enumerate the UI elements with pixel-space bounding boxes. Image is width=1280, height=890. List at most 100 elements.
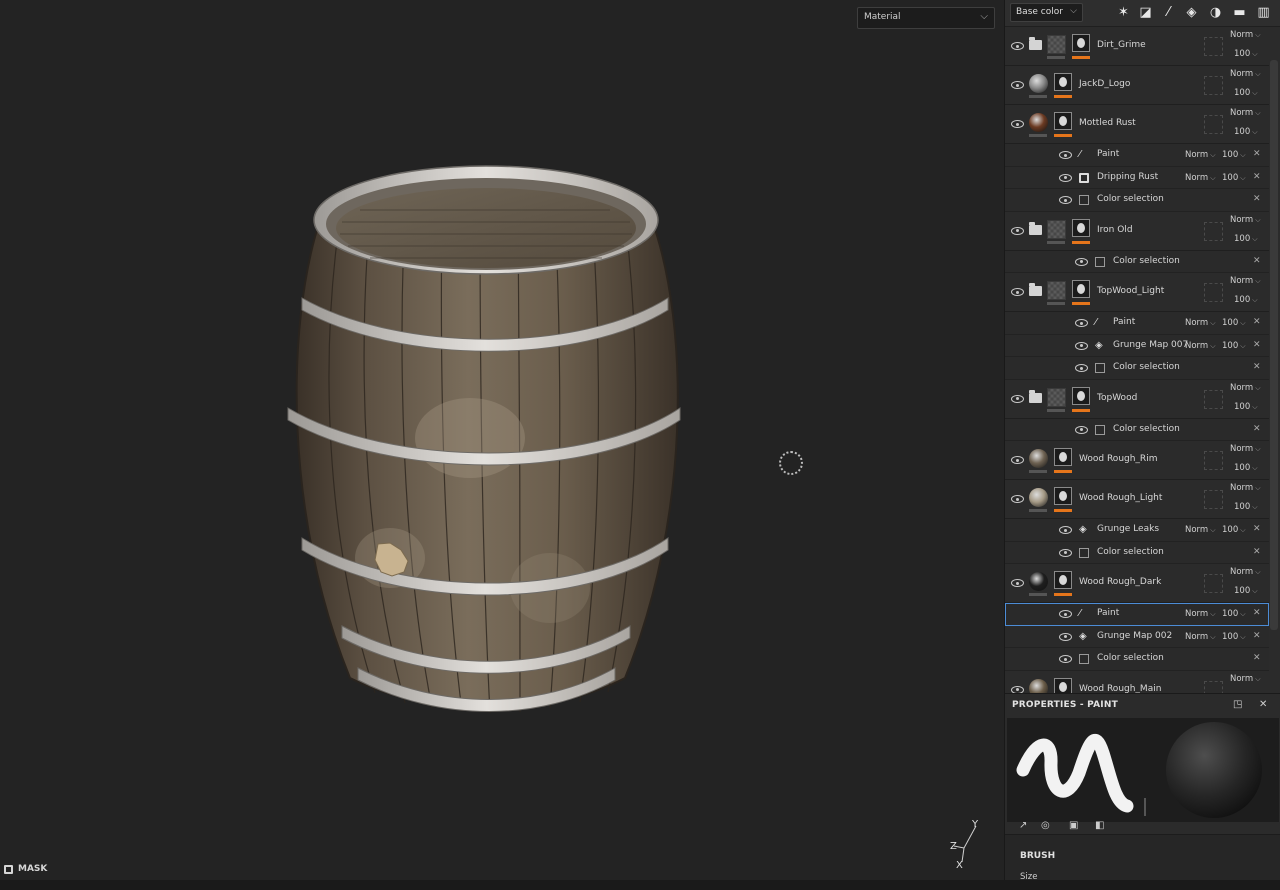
layer-blend-mode[interactable]: Norm ⌵ bbox=[1230, 215, 1261, 225]
layer-row[interactable]: Wood Rough_Rim Norm ⌵ 100 ⌵ bbox=[1005, 441, 1269, 480]
mask-thumbnail[interactable] bbox=[1072, 218, 1090, 237]
layer-opacity[interactable]: 100⌵ bbox=[1234, 502, 1258, 512]
layer-opacity[interactable]: 100⌵ bbox=[1234, 234, 1258, 244]
layer-row[interactable]: TopWood Norm ⌵ 100 ⌵ bbox=[1005, 379, 1269, 419]
eye-icon[interactable] bbox=[1011, 42, 1024, 50]
eye-icon[interactable] bbox=[1011, 394, 1024, 403]
layer-row[interactable]: Iron Old Norm ⌵ 100 ⌵ bbox=[1005, 211, 1269, 251]
remove-effect-icon[interactable]: ✕ bbox=[1253, 340, 1261, 350]
layer-mask-slot[interactable] bbox=[1204, 574, 1223, 593]
effect-row[interactable]: ⁄ Paint Norm ⌵ 100 ⌵ ✕ bbox=[1005, 144, 1269, 167]
remove-effect-icon[interactable]: ✕ bbox=[1253, 424, 1261, 434]
layer-mask-slot[interactable] bbox=[1204, 451, 1223, 470]
layer-row[interactable]: Dirt_Grime Norm ⌵ 100 ⌵ bbox=[1005, 27, 1269, 66]
mask-indicator[interactable]: MASK bbox=[4, 864, 47, 874]
layer-mask-slot[interactable] bbox=[1204, 37, 1223, 56]
effect-opacity[interactable]: 100 ⌵ bbox=[1222, 632, 1246, 642]
effect-row[interactable]: Color selection ✕ bbox=[1005, 250, 1269, 273]
effect-blend-mode[interactable]: Norm ⌵ bbox=[1185, 173, 1216, 183]
eye-icon[interactable] bbox=[1075, 319, 1088, 327]
effect-opacity[interactable]: 100 ⌵ bbox=[1222, 150, 1246, 160]
effect-opacity[interactable]: 100 ⌵ bbox=[1222, 318, 1246, 328]
mask-thumbnail[interactable] bbox=[1054, 448, 1072, 466]
effect-opacity[interactable]: 100 ⌵ bbox=[1222, 341, 1246, 351]
effect-blend-mode[interactable]: Norm ⌵ bbox=[1185, 341, 1216, 351]
effect-opacity[interactable]: 100 ⌵ bbox=[1222, 525, 1246, 535]
folder-icon[interactable]: ▬ bbox=[1231, 4, 1248, 21]
layer-row[interactable]: Wood Rough_Dark Norm ⌵ 100 ⌵ bbox=[1005, 564, 1269, 603]
effect-row[interactable]: Color selection ✕ bbox=[1005, 541, 1269, 564]
remove-effect-icon[interactable]: ✕ bbox=[1253, 631, 1261, 641]
effect-row[interactable]: Color selection ✕ bbox=[1005, 189, 1269, 212]
layer-opacity[interactable]: 100⌵ bbox=[1234, 586, 1258, 596]
remove-effect-icon[interactable]: ✕ bbox=[1253, 256, 1261, 266]
material-tab-icon[interactable]: ◎ bbox=[1041, 820, 1050, 831]
remove-effect-icon[interactable]: ✕ bbox=[1253, 149, 1261, 159]
stencil-tab-icon[interactable]: ▣ bbox=[1069, 820, 1078, 831]
effect-row[interactable]: ◈ Grunge Map 002 Norm ⌵ 100 ⌵ ✕ bbox=[1005, 625, 1269, 648]
fill-bucket-icon[interactable]: ◈ bbox=[1183, 4, 1200, 21]
remove-effect-icon[interactable]: ✕ bbox=[1253, 194, 1261, 204]
eye-icon[interactable] bbox=[1011, 226, 1024, 235]
layer-row[interactable]: TopWood_Light Norm ⌵ 100 ⌵ bbox=[1005, 273, 1269, 312]
layer-opacity[interactable]: 100⌵ bbox=[1234, 295, 1258, 305]
smart-mask-icon[interactable]: ◪ bbox=[1137, 4, 1154, 21]
layer-blend-mode[interactable]: Norm ⌵ bbox=[1230, 567, 1261, 577]
eye-icon[interactable] bbox=[1075, 364, 1088, 372]
effect-blend-mode[interactable]: Norm ⌵ bbox=[1185, 525, 1216, 535]
eye-icon[interactable] bbox=[1059, 655, 1072, 663]
remove-effect-icon[interactable]: ✕ bbox=[1253, 524, 1261, 534]
effect-row[interactable]: Color selection ✕ bbox=[1005, 418, 1269, 441]
layer-blend-mode[interactable]: Norm ⌵ bbox=[1230, 30, 1261, 40]
layer-mask-slot[interactable] bbox=[1204, 115, 1223, 134]
remove-effect-icon[interactable]: ✕ bbox=[1253, 362, 1261, 372]
layer-blend-mode[interactable]: Norm ⌵ bbox=[1230, 674, 1261, 684]
remove-effect-icon[interactable]: ✕ bbox=[1253, 547, 1261, 557]
effect-row[interactable]: ⁄ Paint Norm ⌵ 100 ⌵ ✕ bbox=[1005, 603, 1269, 626]
magic-wand-icon[interactable]: ✶ bbox=[1115, 4, 1132, 21]
layer-blend-mode[interactable]: Norm ⌵ bbox=[1230, 69, 1261, 79]
remove-effect-icon[interactable]: ✕ bbox=[1253, 172, 1261, 182]
eye-icon[interactable] bbox=[1011, 120, 1024, 128]
layer-row[interactable]: Wood Rough_MainNorm⌵100⌵ bbox=[1005, 670, 1269, 693]
effect-opacity[interactable]: 100 ⌵ bbox=[1222, 173, 1246, 183]
layer-blend-mode[interactable]: Norm ⌵ bbox=[1230, 108, 1261, 118]
layer-opacity[interactable]: 100⌵ bbox=[1234, 402, 1258, 412]
layer-mask-slot[interactable] bbox=[1204, 389, 1223, 409]
eye-icon[interactable] bbox=[1059, 151, 1072, 159]
layer-blend-mode[interactable]: Norm ⌵ bbox=[1230, 444, 1261, 454]
layer-mask-slot[interactable] bbox=[1204, 490, 1223, 509]
trash-icon[interactable]: ▥ bbox=[1255, 4, 1272, 21]
mask-thumbnail[interactable] bbox=[1054, 677, 1072, 693]
remove-effect-icon[interactable]: ✕ bbox=[1253, 653, 1261, 663]
close-icon[interactable]: ✕ bbox=[1259, 699, 1268, 710]
eye-icon[interactable] bbox=[1059, 632, 1072, 641]
layer-blend-mode[interactable]: Norm ⌵ bbox=[1230, 483, 1261, 493]
eye-icon[interactable] bbox=[1059, 196, 1072, 204]
eye-icon[interactable] bbox=[1011, 685, 1024, 693]
eye-icon[interactable] bbox=[1059, 548, 1072, 557]
eye-icon[interactable] bbox=[1011, 579, 1024, 587]
mask-thumbnail[interactable] bbox=[1054, 571, 1072, 589]
eye-icon[interactable] bbox=[1059, 173, 1072, 182]
barrel-model[interactable] bbox=[280, 158, 690, 723]
remove-effect-icon[interactable]: ✕ bbox=[1253, 608, 1261, 618]
stroke-tab-icon[interactable]: ↗ bbox=[1019, 820, 1027, 831]
mask-thumbnail[interactable] bbox=[1072, 280, 1090, 298]
eye-icon[interactable] bbox=[1011, 456, 1024, 464]
eye-icon[interactable] bbox=[1059, 610, 1072, 618]
eye-icon[interactable] bbox=[1075, 425, 1088, 434]
channel-dropdown[interactable]: Base color ⌵ bbox=[1010, 3, 1083, 22]
mask-thumbnail[interactable] bbox=[1054, 112, 1072, 130]
layer-row[interactable]: Mottled Rust Norm ⌵ 100 ⌵ bbox=[1005, 105, 1269, 144]
layer-opacity[interactable]: 100⌵ bbox=[1234, 463, 1258, 473]
eye-icon[interactable] bbox=[1011, 495, 1024, 503]
layer-opacity[interactable]: 100⌵ bbox=[1234, 49, 1258, 59]
alpha-tab-icon[interactable]: ◧ bbox=[1095, 820, 1104, 831]
layer-opacity[interactable]: 100⌵ bbox=[1234, 88, 1258, 98]
layer-blend-mode[interactable]: Norm ⌵ bbox=[1230, 383, 1261, 393]
effect-row[interactable]: Dripping Rust Norm ⌵ 100 ⌵ ✕ bbox=[1005, 166, 1269, 189]
effect-row[interactable]: Color selection ✕ bbox=[1005, 357, 1269, 380]
layer-mask-slot[interactable] bbox=[1204, 680, 1223, 693]
layers-scrollbar[interactable] bbox=[1270, 60, 1278, 630]
